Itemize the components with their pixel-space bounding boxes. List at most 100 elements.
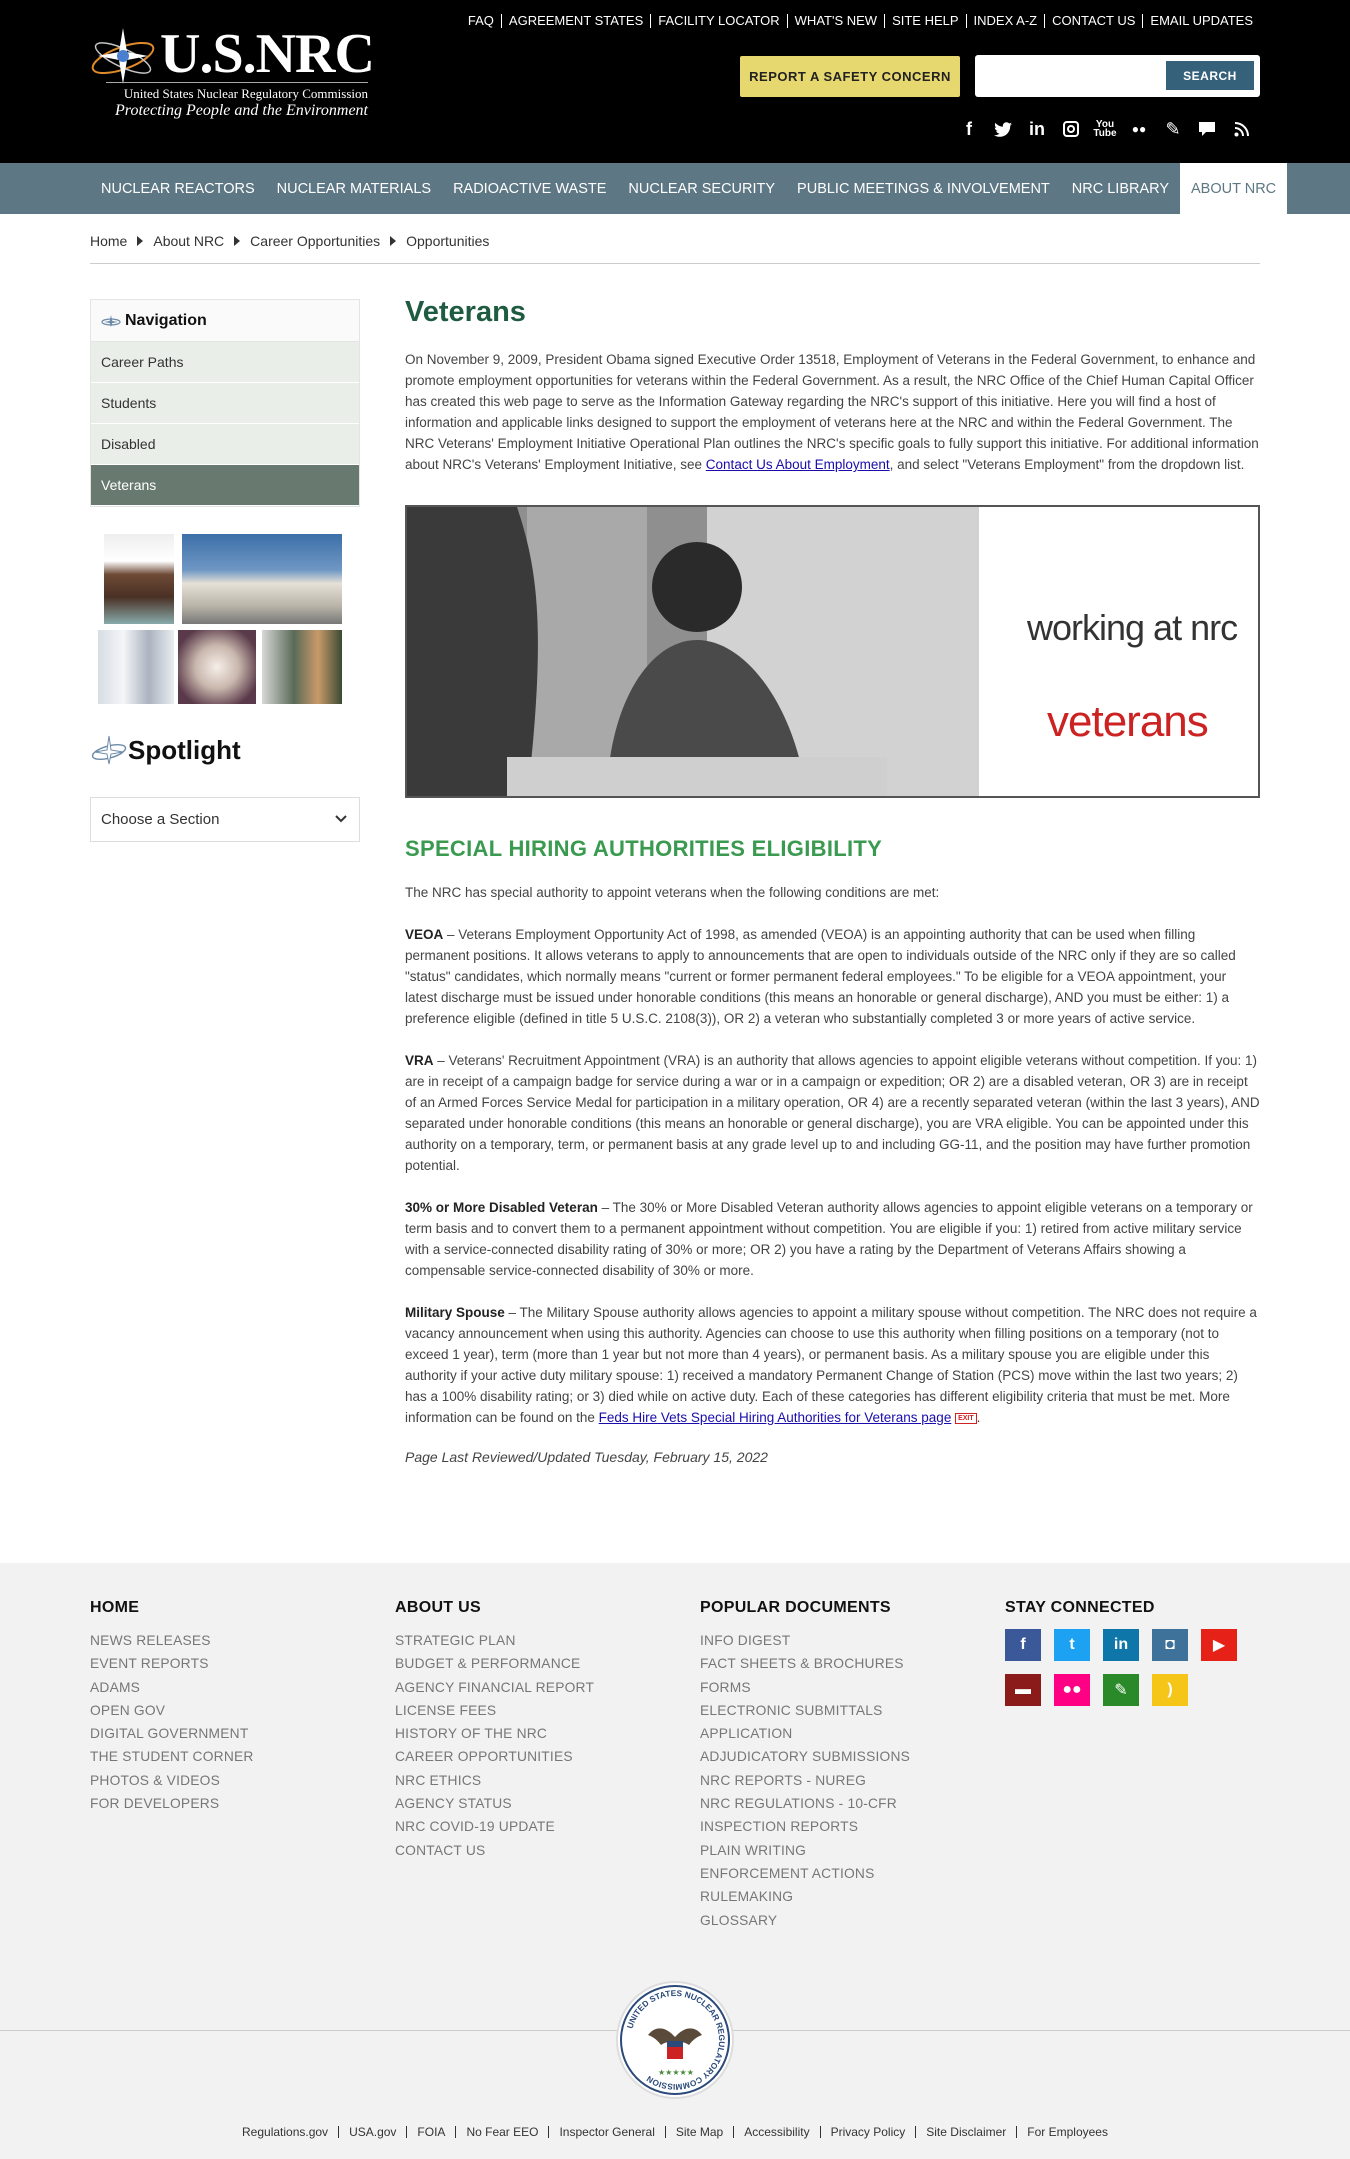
youtube-icon[interactable]: ▶ <box>1201 1629 1237 1661</box>
footer-link[interactable]: NEWS RELEASES <box>90 1629 254 1652</box>
nav-nuclear-materials[interactable]: NUCLEAR MATERIALS <box>266 163 442 214</box>
authority-term: 30% or More Disabled Veteran <box>405 1200 598 1215</box>
footer-link[interactable]: LICENSE FEES <box>395 1699 594 1722</box>
footer-link[interactable]: GLOSSARY <box>700 1909 910 1932</box>
footer-link[interactable]: BUDGET & PERFORMANCE <box>395 1652 594 1675</box>
rss-icon[interactable] <box>1224 116 1258 142</box>
sidebar-item-veterans[interactable]: Veterans <box>91 465 359 506</box>
nav-nuclear-security[interactable]: NUCLEAR SECURITY <box>617 163 786 214</box>
blog-icon[interactable]: ✎ <box>1156 116 1190 142</box>
nav-nrc-library[interactable]: NRC LIBRARY <box>1061 163 1180 214</box>
authority-text: – Veterans' Recruitment Appointment (VRA… <box>405 1053 1260 1173</box>
util-link-facility-locator[interactable]: FACILITY LOCATOR <box>650 14 786 28</box>
util-link-contact-us[interactable]: CONTACT US <box>1044 14 1142 28</box>
nav-about-nrc[interactable]: ABOUT NRC <box>1180 163 1288 214</box>
nrc-logo[interactable]: U.S.NRC United States Nuclear Regulatory… <box>88 18 375 128</box>
footer-bottom-link[interactable]: For Employees <box>1016 2126 1118 2138</box>
sidebar-item-career-paths[interactable]: Career Paths <box>91 342 359 383</box>
footer-col-title[interactable]: ABOUT US <box>395 1599 594 1617</box>
footer-link[interactable]: AGENCY STATUS <box>395 1792 594 1815</box>
report-safety-concern-button[interactable]: REPORT A SAFETY CONCERN <box>740 56 960 97</box>
breadcrumb: Home About NRC Career Opportunities Oppo… <box>90 233 489 249</box>
instagram-icon[interactable]: ◘ <box>1152 1629 1188 1661</box>
util-link-agreement-states[interactable]: AGREEMENT STATES <box>500 14 650 28</box>
footer-col-title[interactable]: HOME <box>90 1599 254 1617</box>
util-link-index[interactable]: INDEX A-Z <box>965 14 1045 28</box>
footer-link[interactable]: ADAMS <box>90 1676 254 1699</box>
flickr-icon[interactable]: ●● <box>1054 1674 1090 1706</box>
search-input[interactable] <box>983 63 1163 89</box>
power-plant-photo <box>182 534 342 624</box>
facebook-icon[interactable]: f <box>952 116 986 142</box>
facebook-icon[interactable]: f <box>1005 1629 1041 1661</box>
footer-link[interactable]: INFO DIGEST <box>700 1629 910 1652</box>
util-link-site-help[interactable]: SITE HELP <box>884 14 965 28</box>
nav-public-meetings[interactable]: PUBLIC MEETINGS & INVOLVEMENT <box>786 163 1061 214</box>
footer-link[interactable]: ELECTRONIC SUBMITTALS <box>700 1699 910 1722</box>
worker-photo <box>104 534 174 624</box>
footer-link[interactable]: NRC ETHICS <box>395 1769 594 1792</box>
footer-link[interactable]: APPLICATION <box>700 1722 910 1745</box>
twitter-icon[interactable]: t <box>1054 1629 1090 1661</box>
chat-icon[interactable]: ▬ <box>1005 1674 1041 1706</box>
footer-bottom-link[interactable]: Inspector General <box>548 2126 664 2138</box>
nav-radioactive-waste[interactable]: RADIOACTIVE WASTE <box>442 163 617 214</box>
footer-link[interactable]: FACT SHEETS & BROCHURES <box>700 1652 910 1675</box>
sidebar-item-disabled[interactable]: Disabled <box>91 424 359 465</box>
footer-col-title[interactable]: POPULAR DOCUMENTS <box>700 1599 910 1617</box>
rss-icon[interactable]: ) <box>1152 1674 1188 1706</box>
authority-term: VRA <box>405 1053 434 1068</box>
footer-link[interactable]: FOR DEVELOPERS <box>90 1792 254 1815</box>
search-button[interactable]: SEARCH <box>1166 61 1254 90</box>
util-link-faq[interactable]: FAQ <box>461 14 501 28</box>
footer-link[interactable]: FORMS <box>700 1676 910 1699</box>
cylinders-photo <box>98 630 174 704</box>
util-link-email-updates[interactable]: EMAIL UPDATES <box>1142 14 1260 28</box>
footer-link[interactable]: ENFORCEMENT ACTIONS <box>700 1862 910 1885</box>
footer-link[interactable]: DIGITAL GOVERNMENT <box>90 1722 254 1745</box>
footer-link[interactable]: NRC REGULATIONS - 10-CFR <box>700 1792 910 1815</box>
instagram-icon[interactable] <box>1054 116 1088 142</box>
footer-bottom-link[interactable]: No Fear EEO <box>455 2126 548 2138</box>
breadcrumb-about-nrc[interactable]: About NRC <box>153 233 224 249</box>
footer-link[interactable]: EVENT REPORTS <box>90 1652 254 1675</box>
footer-bottom-link[interactable]: Regulations.gov <box>232 2126 338 2138</box>
sidebar-item-students[interactable]: Students <box>91 383 359 424</box>
linkedin-icon[interactable]: in <box>1103 1629 1139 1661</box>
footer-link[interactable]: NRC REPORTS - NUREG <box>700 1769 910 1792</box>
footer-link[interactable]: PLAIN WRITING <box>700 1839 910 1862</box>
atom-star-icon <box>91 28 155 84</box>
footer-link[interactable]: NRC COVID-19 UPDATE <box>395 1815 594 1838</box>
footer-bottom-link[interactable]: Accessibility <box>733 2126 819 2138</box>
footer-link[interactable]: RULEMAKING <box>700 1885 910 1908</box>
footer-link[interactable]: HISTORY OF THE NRC <box>395 1722 594 1745</box>
footer-link[interactable]: ADJUDICATORY SUBMISSIONS <box>700 1745 910 1768</box>
util-link-whats-new[interactable]: WHAT'S NEW <box>786 14 884 28</box>
footer-link[interactable]: CONTACT US <box>395 1839 594 1862</box>
footer-bottom-link[interactable]: Privacy Policy <box>819 2126 916 2138</box>
contact-us-employment-link[interactable]: Contact Us About Employment <box>706 457 890 472</box>
spotlight-section-select[interactable]: Choose a Section <box>90 797 360 842</box>
flickr-icon[interactable]: ●● <box>1122 116 1156 142</box>
breadcrumb-career-opportunities[interactable]: Career Opportunities <box>250 233 380 249</box>
twitter-icon[interactable] <box>986 116 1020 142</box>
footer-link[interactable]: THE STUDENT CORNER <box>90 1745 254 1768</box>
chat-icon[interactable] <box>1190 116 1224 142</box>
footer-bottom-link[interactable]: Site Disclaimer <box>915 2126 1016 2138</box>
breadcrumb-opportunities[interactable]: Opportunities <box>406 233 489 249</box>
youtube-icon[interactable]: You Tube <box>1088 116 1122 142</box>
nav-nuclear-reactors[interactable]: NUCLEAR REACTORS <box>90 163 266 214</box>
footer-bottom-link[interactable]: Site Map <box>664 2126 733 2138</box>
breadcrumb-home[interactable]: Home <box>90 233 127 249</box>
footer-link[interactable]: STRATEGIC PLAN <box>395 1629 594 1652</box>
footer-link[interactable]: AGENCY FINANCIAL REPORT <box>395 1676 594 1699</box>
linkedin-icon[interactable]: in <box>1020 116 1054 142</box>
footer-link[interactable]: INSPECTION REPORTS <box>700 1815 910 1838</box>
blog-icon[interactable]: ✎ <box>1103 1674 1139 1706</box>
footer-bottom-link[interactable]: USA.gov <box>338 2126 406 2138</box>
footer-link[interactable]: PHOTOS & VIDEOS <box>90 1769 254 1792</box>
footer-link[interactable]: CAREER OPPORTUNITIES <box>395 1745 594 1768</box>
feds-hire-vets-link[interactable]: Feds Hire Vets Special Hiring Authoritie… <box>599 1410 952 1425</box>
footer-link[interactable]: OPEN GOV <box>90 1699 254 1722</box>
footer-bottom-link[interactable]: FOIA <box>406 2126 455 2138</box>
